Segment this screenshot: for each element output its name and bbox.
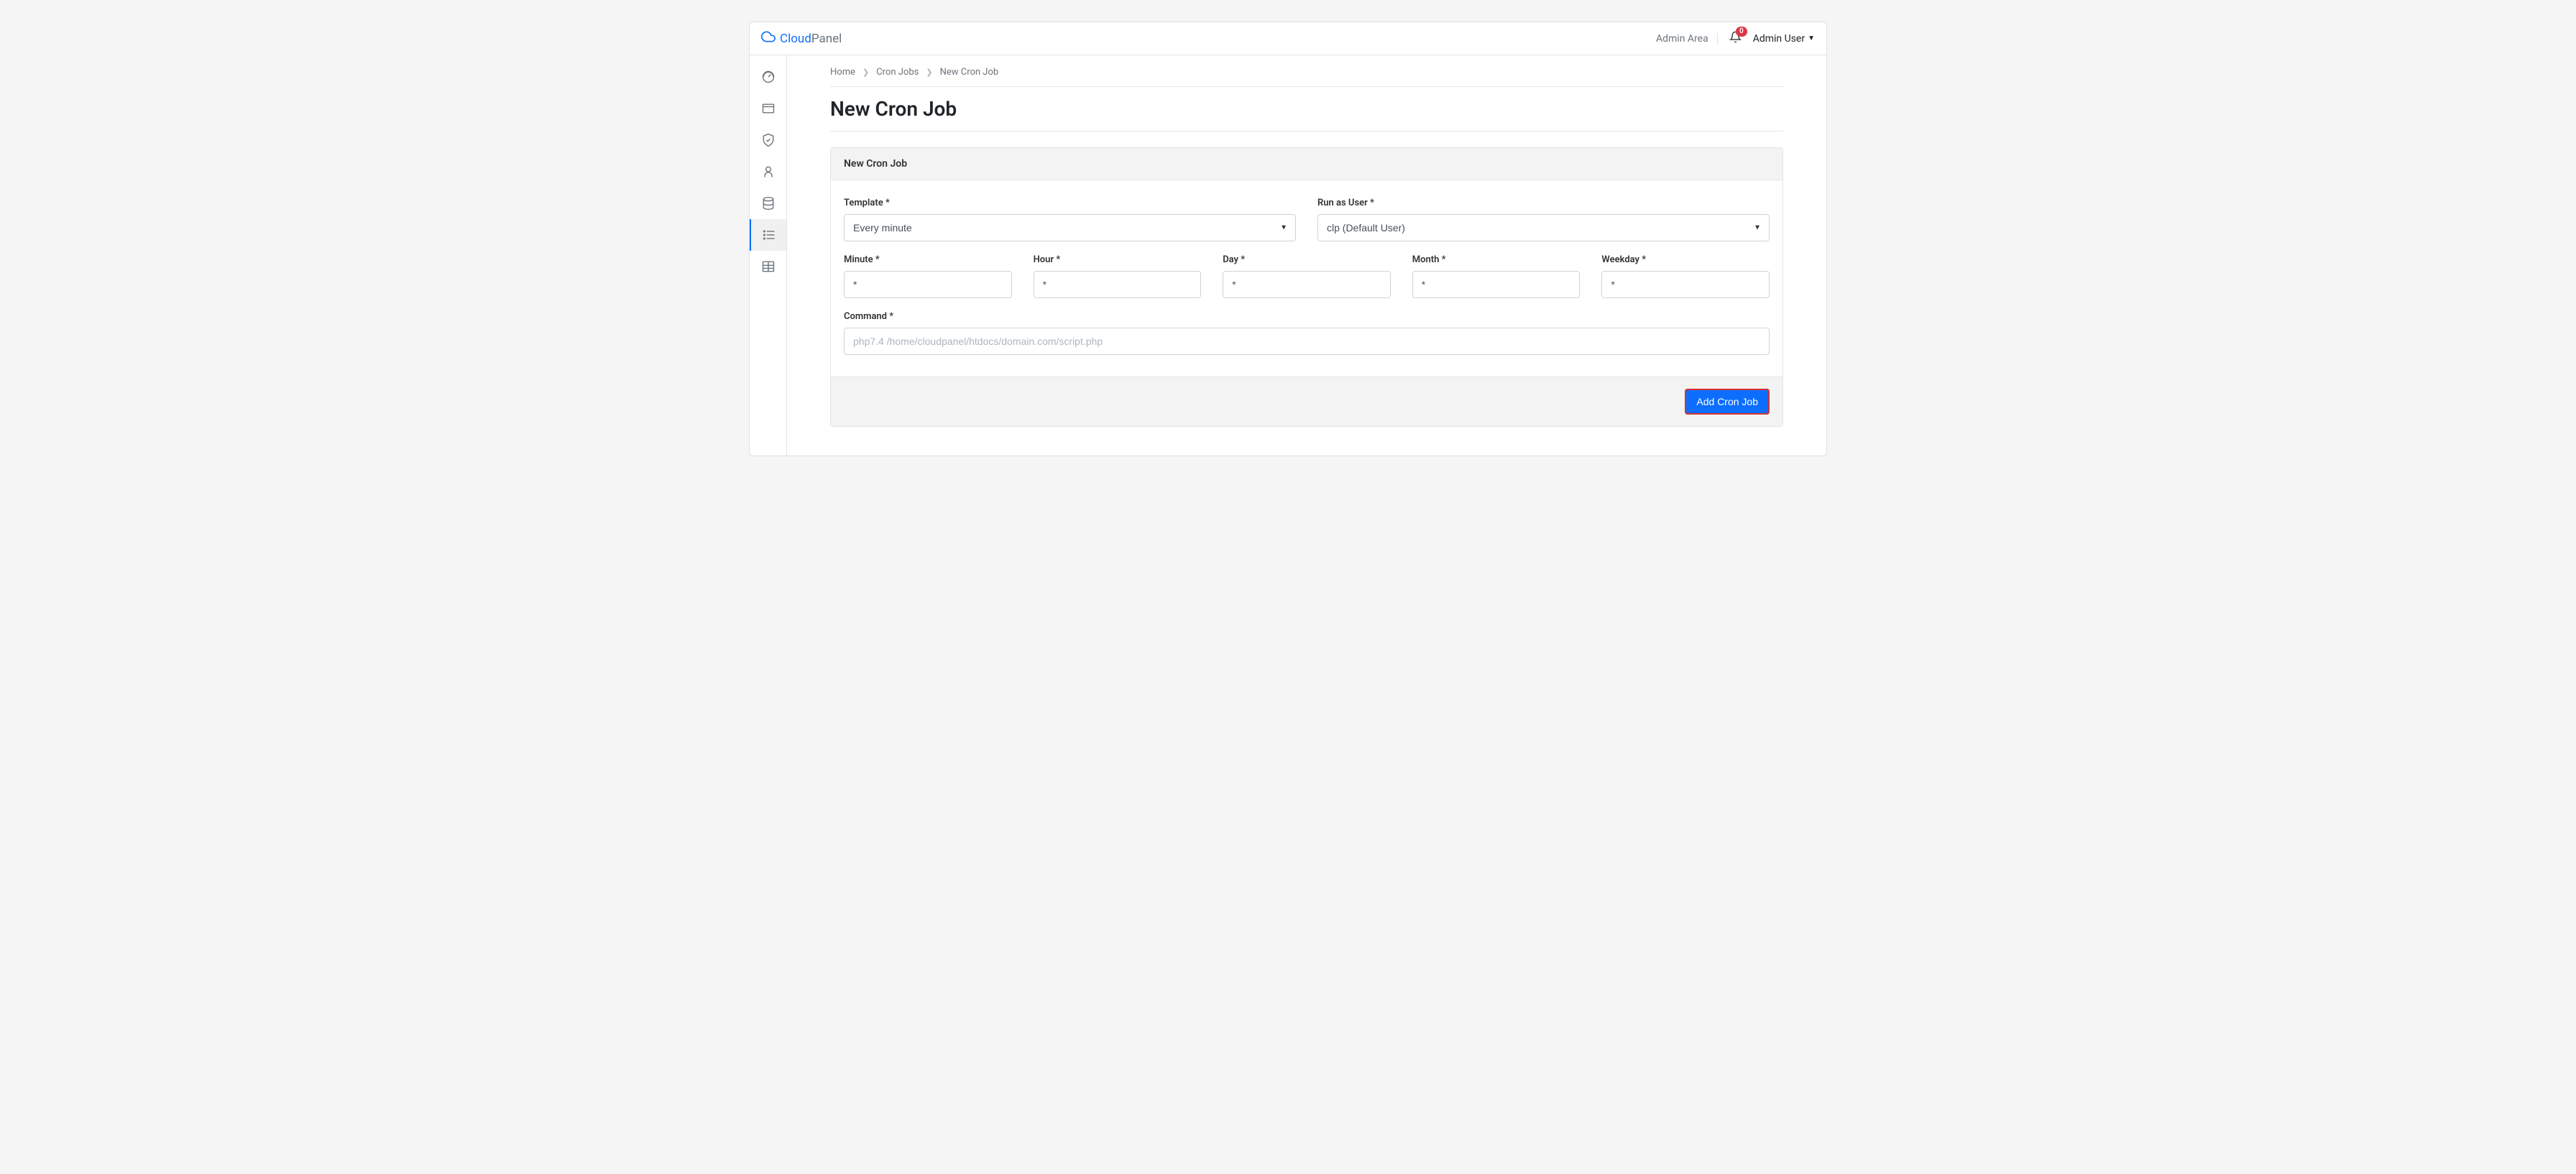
template-select[interactable]: Every minute <box>844 214 1296 241</box>
hour-label: Hour * <box>1034 254 1202 265</box>
template-label: Template * <box>844 198 1296 208</box>
chevron-right-icon: ❯ <box>862 68 869 77</box>
database-icon <box>761 196 776 211</box>
chevron-right-icon: ❯ <box>926 68 932 77</box>
gauge-icon <box>761 70 776 84</box>
sidebar-item-sites[interactable] <box>750 93 786 124</box>
minute-label: Minute * <box>844 254 1012 265</box>
sidebar-item-databases[interactable] <box>750 188 786 219</box>
run-as-user-select[interactable]: clp (Default User) <box>1317 214 1770 241</box>
user-name: Admin User <box>1753 33 1805 45</box>
sidebar-item-services[interactable] <box>750 251 786 282</box>
notification-badge: 0 <box>1736 27 1747 37</box>
window-icon <box>761 101 776 116</box>
list-icon <box>762 228 776 242</box>
weekday-input[interactable] <box>1601 271 1770 298</box>
month-label: Month * <box>1412 254 1581 265</box>
run-as-user-label: Run as User * <box>1317 198 1770 208</box>
cloud-icon <box>761 29 776 47</box>
weekday-label: Weekday * <box>1601 254 1770 265</box>
page-title: New Cron Job <box>830 87 1783 131</box>
notifications-button[interactable]: 0 <box>1729 31 1742 47</box>
command-input[interactable] <box>844 328 1770 355</box>
sidebar <box>750 55 787 456</box>
hour-input[interactable] <box>1034 271 1202 298</box>
logo-text-panel: Panel <box>811 32 842 46</box>
month-input[interactable] <box>1412 271 1581 298</box>
breadcrumb-home[interactable]: Home <box>830 67 855 78</box>
day-label: Day * <box>1223 254 1391 265</box>
minute-input[interactable] <box>844 271 1012 298</box>
day-input[interactable] <box>1223 271 1391 298</box>
user-dropdown[interactable]: Admin User ▼ <box>1753 33 1815 45</box>
card-header: New Cron Job <box>831 148 1782 180</box>
new-cron-job-card: New Cron Job Template * Every minute ▼ <box>830 147 1783 427</box>
logo-text-cloud: Cloud <box>780 32 811 46</box>
sidebar-item-dashboard[interactable] <box>750 61 786 93</box>
sidebar-item-cron-jobs[interactable] <box>749 219 786 251</box>
breadcrumb-current: New Cron Job <box>940 67 999 78</box>
logo[interactable]: CloudPanel <box>761 29 842 47</box>
add-cron-job-button[interactable]: Add Cron Job <box>1685 389 1770 415</box>
caret-down-icon: ▼ <box>1808 34 1815 42</box>
user-icon <box>761 165 776 179</box>
command-label: Command * <box>844 311 1770 322</box>
breadcrumb: Home ❯ Cron Jobs ❯ New Cron Job <box>830 67 1783 87</box>
sidebar-item-security[interactable] <box>750 124 786 156</box>
shield-icon <box>761 133 776 147</box>
breadcrumb-cron-jobs[interactable]: Cron Jobs <box>876 67 919 78</box>
table-icon <box>761 259 776 274</box>
sidebar-item-users[interactable] <box>750 156 786 188</box>
admin-area-link[interactable]: Admin Area <box>1656 33 1718 45</box>
